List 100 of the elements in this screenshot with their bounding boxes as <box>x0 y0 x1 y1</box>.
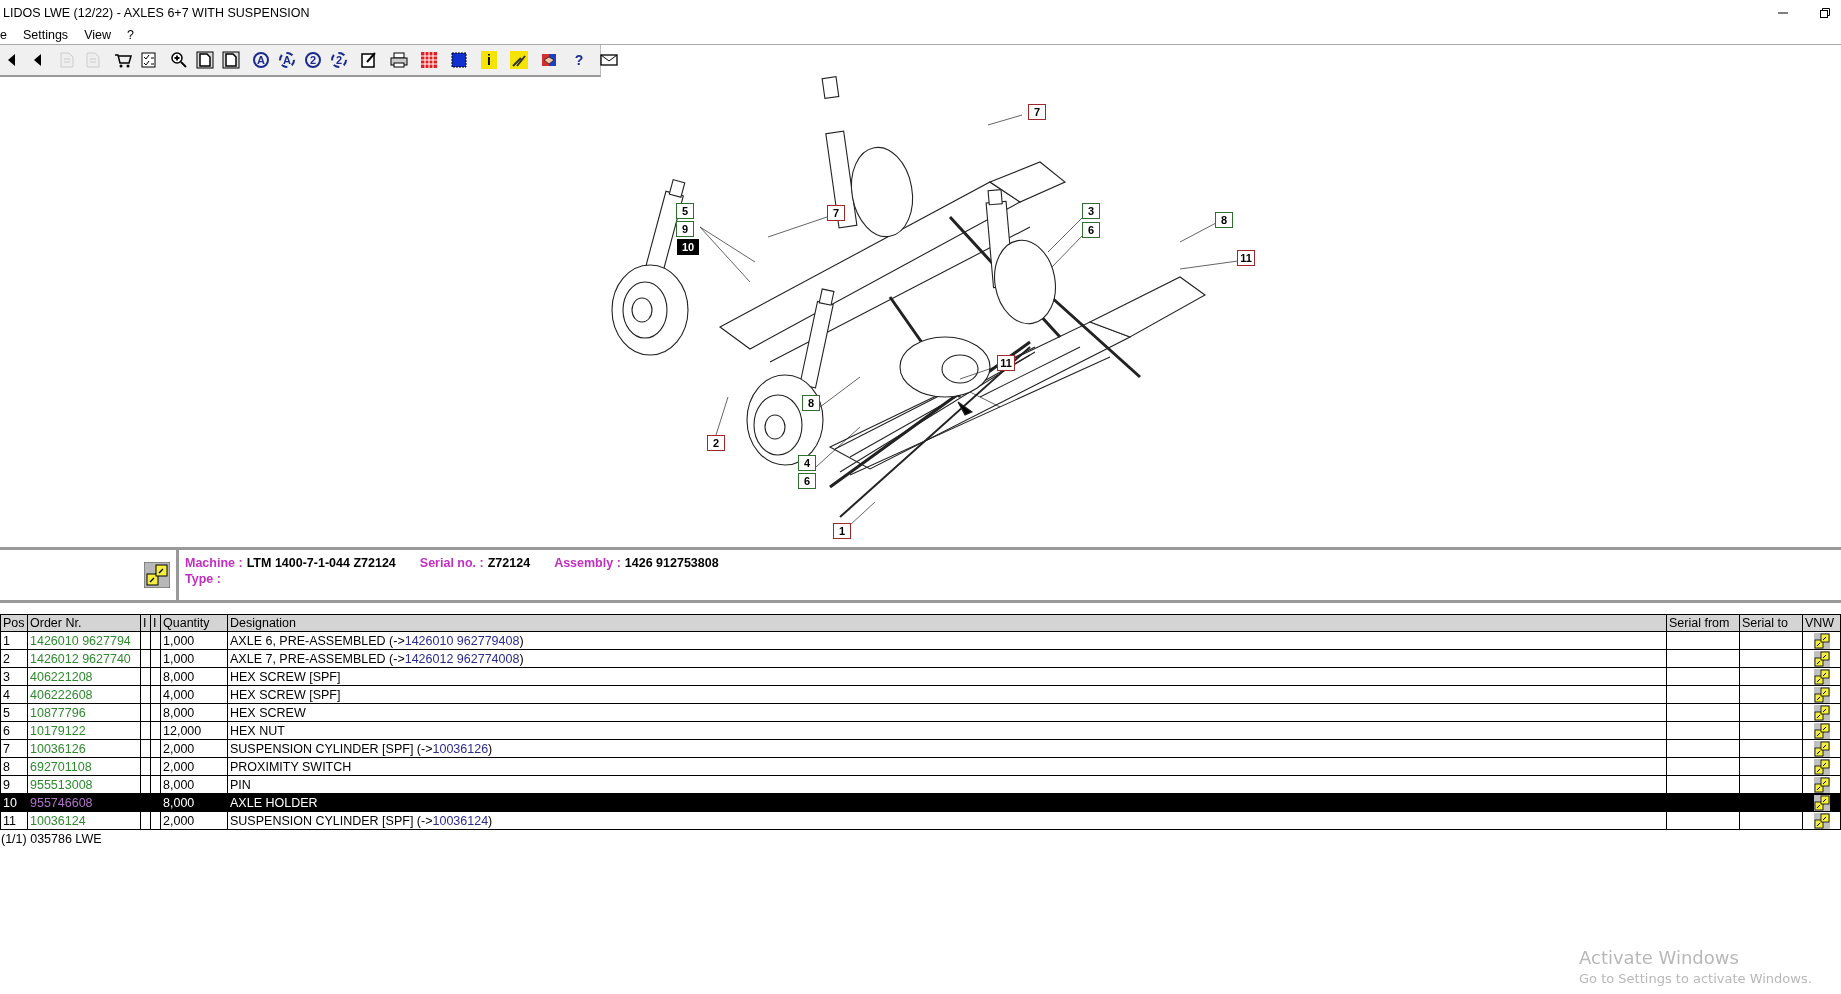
order-number-link[interactable]: 692701108 <box>27 757 141 776</box>
order-number-link[interactable]: 1426010 9627794 <box>27 631 141 650</box>
column-header[interactable]: Serial to <box>1739 614 1803 632</box>
field-label: Type : <box>185 572 221 588</box>
menu-item[interactable]: e <box>0 28 7 42</box>
menu-item[interactable]: ? <box>127 28 134 42</box>
order-number-link[interactable]: 406221208 <box>27 667 141 686</box>
table-cell: 1,000 <box>160 649 228 668</box>
table-cell: 12,000 <box>160 721 228 740</box>
menu-item[interactable]: Settings <box>22 28 69 42</box>
table-cell: SUSPENSION CYLINDER [SPF] (->10036124) <box>227 811 1667 830</box>
jump-icon[interactable] <box>1813 812 1830 829</box>
order-number-link[interactable]: 955513008 <box>27 775 141 794</box>
back-arrow-icon[interactable] <box>32 53 42 67</box>
table-cell: HEX NUT <box>227 721 1667 740</box>
order-number-link[interactable]: 10179122 <box>27 721 141 740</box>
print-icon[interactable] <box>390 51 408 69</box>
order-number-link[interactable]: 10036124 <box>27 811 141 830</box>
grid-icon[interactable] <box>420 51 438 69</box>
jump-icon[interactable] <box>1813 704 1830 721</box>
order-number-link[interactable]: 10877796 <box>27 703 141 722</box>
square-icon[interactable] <box>450 51 468 69</box>
jump-icon[interactable] <box>1813 776 1830 793</box>
page-icon[interactable] <box>196 51 214 69</box>
table-cell: SUSPENSION CYLINDER [SPF] (->10036126) <box>227 739 1667 758</box>
reference-link[interactable]: 1426010 962779408 <box>404 633 520 648</box>
callout-label[interactable]: 3 <box>1082 203 1100 219</box>
order-number-link[interactable]: 1426012 9627740 <box>27 649 141 668</box>
table-cell: PIN <box>227 775 1667 794</box>
search-letter-button[interactable]: A <box>253 52 269 68</box>
help-button[interactable]: ? <box>574 52 584 68</box>
jump-icon[interactable] <box>1813 668 1830 685</box>
table-cell: 3 <box>0 667 28 686</box>
search-next-button[interactable]: A <box>279 52 295 68</box>
tools-icon[interactable] <box>510 51 528 69</box>
jump-icon[interactable] <box>1813 794 1830 811</box>
callout-label[interactable]: 4 <box>798 455 816 471</box>
callout-label[interactable]: 10 <box>677 239 699 255</box>
edit-icon[interactable] <box>360 51 378 69</box>
table-cell: 11 <box>0 811 28 830</box>
reference-link[interactable]: 10036126 <box>432 741 489 756</box>
jump-button-icon[interactable] <box>144 562 170 588</box>
callout-label[interactable]: 5 <box>676 203 694 219</box>
field-value: Z72124 <box>487 556 531 572</box>
reference-link[interactable]: 10036124 <box>432 813 489 828</box>
table-cell: HEX SCREW <box>227 703 1667 722</box>
restore-icon[interactable] <box>1819 7 1831 19</box>
callout-label[interactable]: 8 <box>802 395 820 411</box>
table-cell: 7 <box>0 739 28 758</box>
menu-item[interactable]: View <box>84 28 111 42</box>
column-header[interactable]: Quantity <box>160 614 228 632</box>
jump-icon[interactable] <box>1813 740 1830 757</box>
column-header[interactable]: Designation <box>227 614 1667 632</box>
jump-icon[interactable] <box>1813 650 1830 667</box>
callout-label[interactable]: 8 <box>1215 212 1233 228</box>
column-header[interactable]: VNW <box>1802 614 1841 632</box>
callout-label[interactable]: 2 <box>707 435 725 451</box>
table-cell: 8 <box>0 757 28 776</box>
info-button[interactable]: i <box>481 51 497 69</box>
callout-label[interactable]: 7 <box>827 205 845 221</box>
table-cell: 1 <box>0 631 28 650</box>
table-cell: 5 <box>0 703 28 722</box>
column-header[interactable]: I <box>140 614 151 632</box>
callout-label[interactable]: 11 <box>997 355 1015 371</box>
column-header[interactable]: Serial from <box>1666 614 1740 632</box>
table-cell: 2,000 <box>160 811 228 830</box>
jump-icon[interactable] <box>1813 686 1830 703</box>
table-cell: HEX SCREW [SPF] <box>227 685 1667 704</box>
column-header[interactable]: I <box>150 614 161 632</box>
table-cell: 2,000 <box>160 757 228 776</box>
jump-icon[interactable] <box>1813 632 1830 649</box>
callout-label[interactable]: 11 <box>1237 250 1255 266</box>
checklist-icon[interactable] <box>140 51 158 69</box>
order-number-link[interactable]: 10036126 <box>27 739 141 758</box>
callout-label[interactable]: 9 <box>676 221 694 237</box>
cart-icon[interactable] <box>114 51 132 69</box>
column-header[interactable]: Pos <box>0 614 28 632</box>
search-next-button[interactable]: 2 <box>331 52 347 68</box>
search-letter-button[interactable]: 2 <box>305 52 321 68</box>
callout-label[interactable]: 6 <box>1082 222 1100 238</box>
table-cell: 2,000 <box>160 739 228 758</box>
zoom-in-icon[interactable] <box>170 51 188 69</box>
column-header[interactable]: Order Nr. <box>27 614 141 632</box>
mail-icon[interactable] <box>600 53 618 67</box>
table-cell: AXLE 6, PRE-ASSEMBLED (->1426010 962779408) <box>227 631 1667 650</box>
first-arrow-icon[interactable] <box>6 53 16 67</box>
jump-icon[interactable] <box>1813 722 1830 739</box>
field-label: Serial no. : <box>419 556 484 572</box>
table-cell: 1,000 <box>160 631 228 650</box>
field-value: 1426 912753808 <box>624 556 719 572</box>
reference-link[interactable]: 1426012 962774008 <box>404 651 520 666</box>
activation-notice-title: Activate Windows <box>1579 947 1740 968</box>
callout-label[interactable]: 6 <box>798 473 816 489</box>
order-number-link[interactable]: 406222608 <box>27 685 141 704</box>
jump-icon[interactable] <box>1813 758 1830 775</box>
page-icon[interactable] <box>222 51 240 69</box>
table-cell: 9 <box>0 775 28 794</box>
table-cell: 2 <box>0 649 28 668</box>
callout-label[interactable]: 7 <box>1028 104 1046 120</box>
callout-label[interactable]: 1 <box>833 523 851 539</box>
